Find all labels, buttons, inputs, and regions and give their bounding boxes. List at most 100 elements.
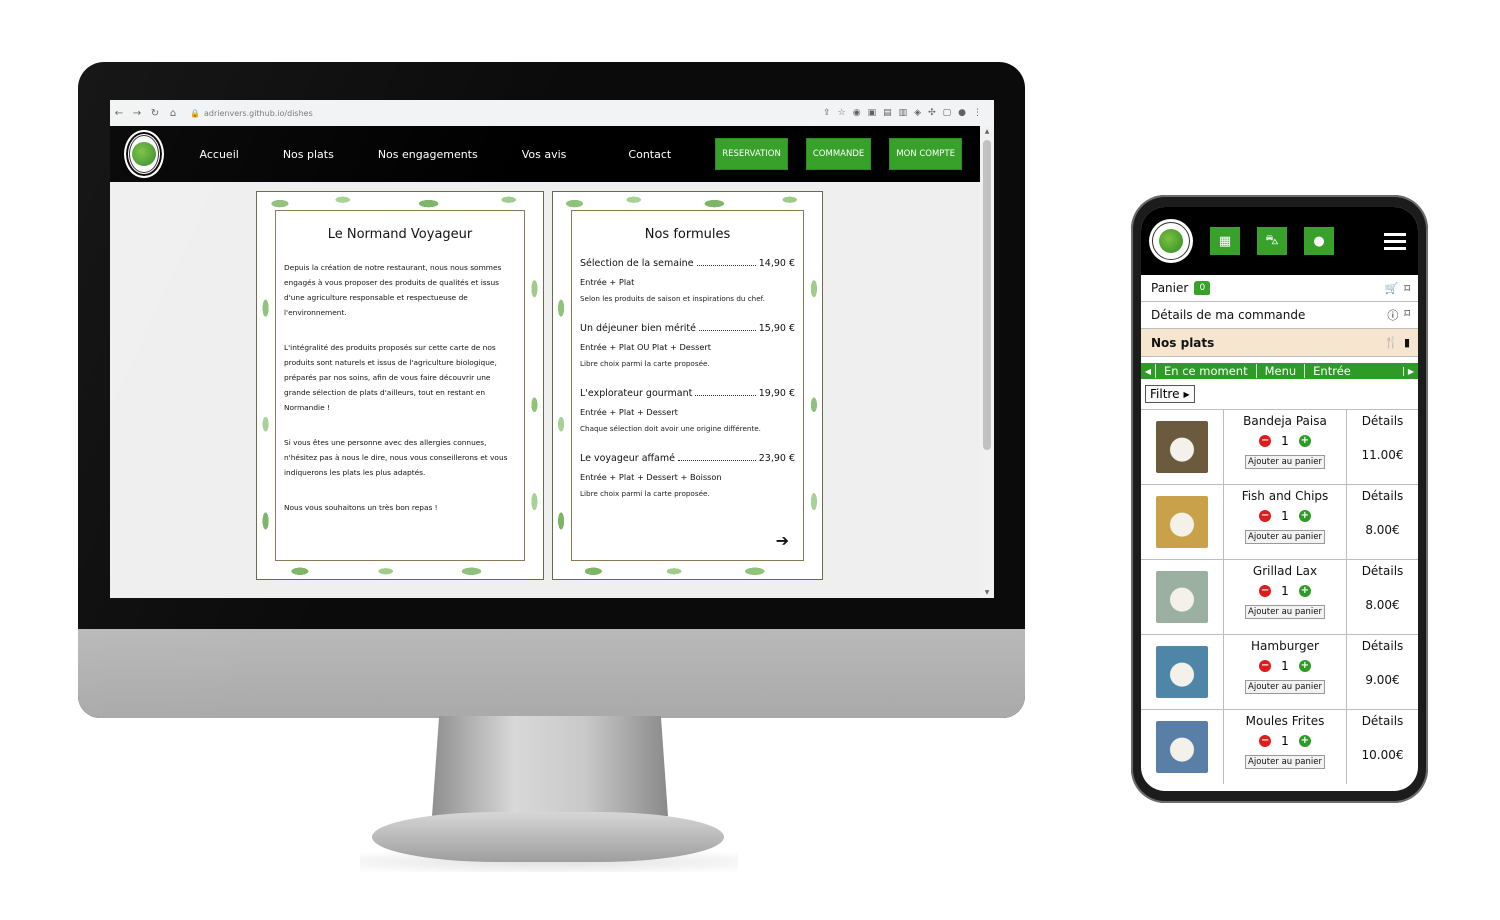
add-to-cart-button[interactable]: Ajouter au panier [1245,755,1325,769]
order-details-row[interactable]: Détails de ma commande ⓘ ⌑ [1141,302,1418,329]
bookmark-icon: ⌑ [1404,307,1410,320]
dish-info: Hamburger −1 + Ajouter au panier [1224,635,1347,709]
home-icon[interactable]: ⌂ [164,108,182,119]
logo-ring [129,135,159,173]
nav-nos-plats[interactable]: Nos plats [283,148,334,161]
site-logo[interactable] [1149,219,1193,263]
add-to-cart-button[interactable]: Ajouter au panier [1245,605,1325,619]
plus-icon[interactable]: + [1298,735,1311,747]
quantity-value: 1 [1281,584,1289,598]
plus-icon[interactable]: + [1298,660,1311,672]
formula-price: 14,90 € [758,258,795,269]
formula-contents: Entrée + Plat + Dessert + Boisson [580,472,722,482]
category-menu[interactable]: Menu [1255,364,1305,378]
url-text: adrienvers.github.io/dishes [203,108,313,118]
extension-icon[interactable]: ▥ [899,108,908,118]
site-header: Accueil Nos plats Nos engagements Vos av… [110,126,980,182]
reload-icon[interactable]: ↻ [146,108,164,119]
order-details-label: Détails de ma commande [1151,308,1306,322]
calendar-button[interactable]: ▦ [1210,227,1240,255]
extension-icon[interactable]: ▣ [868,108,877,118]
filter-button[interactable]: Filtre ▶ [1145,385,1195,403]
forward-icon[interactable]: → [128,108,146,119]
scrollbar-thumb[interactable] [983,140,991,450]
dish-list: Bandeja Paisa −1 + Ajouter au panier Détails… [1141,409,1418,784]
bookmark-filled-icon: ▮ [1403,336,1410,349]
dish-side: Détails 10.00€ [1347,710,1418,784]
category-en-ce-moment[interactable]: En ce moment [1155,364,1256,378]
dish-image[interactable] [1156,721,1208,773]
commande-button[interactable]: COMMANDE [805,138,872,170]
minus-icon[interactable]: − [1259,660,1272,672]
nav-accueil[interactable]: Accueil [200,148,239,161]
dish-image[interactable] [1156,646,1208,698]
nav-nos-engagements[interactable]: Nos engagements [378,148,478,161]
kebab-menu-icon[interactable]: ⋮ [973,108,982,118]
our-dishes-row[interactable]: Nos plats 🍴 ▮ [1141,329,1418,357]
details-link[interactable]: Détails [1362,414,1404,428]
extension-icon[interactable]: ◉ [853,108,861,118]
star-icon[interactable]: ☆ [838,108,846,118]
quantity-stepper: −1 + [1259,734,1311,748]
basket-button[interactable]: ⛍ [1257,227,1287,255]
add-to-cart-button[interactable]: Ajouter au panier [1245,680,1325,694]
basket-icon: ⛍ [1265,232,1279,248]
minus-icon[interactable]: − [1259,585,1272,597]
dish-image[interactable] [1156,571,1208,623]
formula-note: Libre choix parmi la carte proposée. [580,359,710,368]
hamburger-menu-icon[interactable] [1384,229,1406,254]
mobile-header: ▦ ⛍ ● [1141,207,1418,275]
plus-icon[interactable]: + [1298,510,1311,522]
category-entree[interactable]: Entrée [1304,364,1359,378]
puzzle-icon[interactable]: ✣ [928,108,936,118]
dish-row: Moules Frites −1 + Ajouter au panier Détails… [1141,709,1418,784]
mon-compte-button[interactable]: MON COMPTE [889,138,962,170]
details-link[interactable]: Détails [1362,489,1404,503]
user-icon: ● [1313,233,1325,249]
plus-icon[interactable]: + [1298,435,1311,447]
nav-vos-avis[interactable]: Vos avis [522,148,567,161]
monitor-chin [78,629,1025,718]
cart-row[interactable]: Panier 0 🛒 ⌑ [1141,275,1418,302]
share-icon[interactable]: ⇪ [823,108,831,118]
dish-image[interactable] [1156,421,1208,473]
add-to-cart-button[interactable]: Ajouter au panier [1245,530,1325,544]
extension-icon[interactable]: ▤ [883,108,892,118]
page-scrollbar[interactable]: ▲ ▼ [980,126,994,598]
minus-icon[interactable]: − [1259,735,1272,747]
about-paragraph: Depuis la création de notre restaurant, … [284,263,502,317]
arrow-right-icon[interactable]: ➔ [776,531,789,550]
site-logo[interactable] [124,130,164,178]
account-button[interactable]: ● [1304,227,1334,255]
dish-name: Bandeja Paisa [1243,414,1327,428]
extension-icon[interactable]: ◈ [914,108,921,118]
dish-row: Hamburger −1 + Ajouter au panier Détails 9.00… [1141,634,1418,709]
details-link[interactable]: Détails [1362,564,1404,578]
plus-icon[interactable]: + [1298,585,1311,597]
dish-side: Détails 8.00€ [1347,485,1418,559]
dish-image[interactable] [1156,496,1208,548]
about-card-inner: Le Normand Voyageur Depuis la création d… [275,210,525,561]
nav-contact[interactable]: Contact [628,148,671,161]
formula-contents: Entrée + Plat [580,277,635,287]
chevron-left-icon[interactable]: ◀ [1141,367,1155,376]
sidebar-icon[interactable]: ▢ [943,108,952,118]
profile-icon[interactable]: ● [958,108,966,118]
details-link[interactable]: Détails [1362,639,1404,653]
chevron-right-icon[interactable]: ▶ [1403,366,1418,376]
back-icon[interactable]: ← [110,108,128,119]
minus-icon[interactable]: − [1259,510,1272,522]
formula-item: Sélection de la semaine 14,90 € Entrée + … [572,258,803,303]
address-bar[interactable]: 🔒 adrienvers.github.io/dishes [190,109,313,118]
filter-label: Filtre [1150,387,1180,401]
about-text: Depuis la création de notre restaurant, … [276,260,524,515]
scroll-up-icon[interactable]: ▲ [980,128,994,135]
minus-icon[interactable]: − [1259,435,1272,447]
formula-note: Libre choix parmi la carte proposée. [580,489,710,498]
details-link[interactable]: Détails [1362,714,1404,728]
formula-price: 23,90 € [758,453,795,464]
about-card: Le Normand Voyageur Depuis la création d… [256,191,544,580]
scroll-down-icon[interactable]: ▼ [980,589,994,596]
add-to-cart-button[interactable]: Ajouter au panier [1245,455,1325,469]
reservation-button[interactable]: RESERVATION [715,138,788,170]
